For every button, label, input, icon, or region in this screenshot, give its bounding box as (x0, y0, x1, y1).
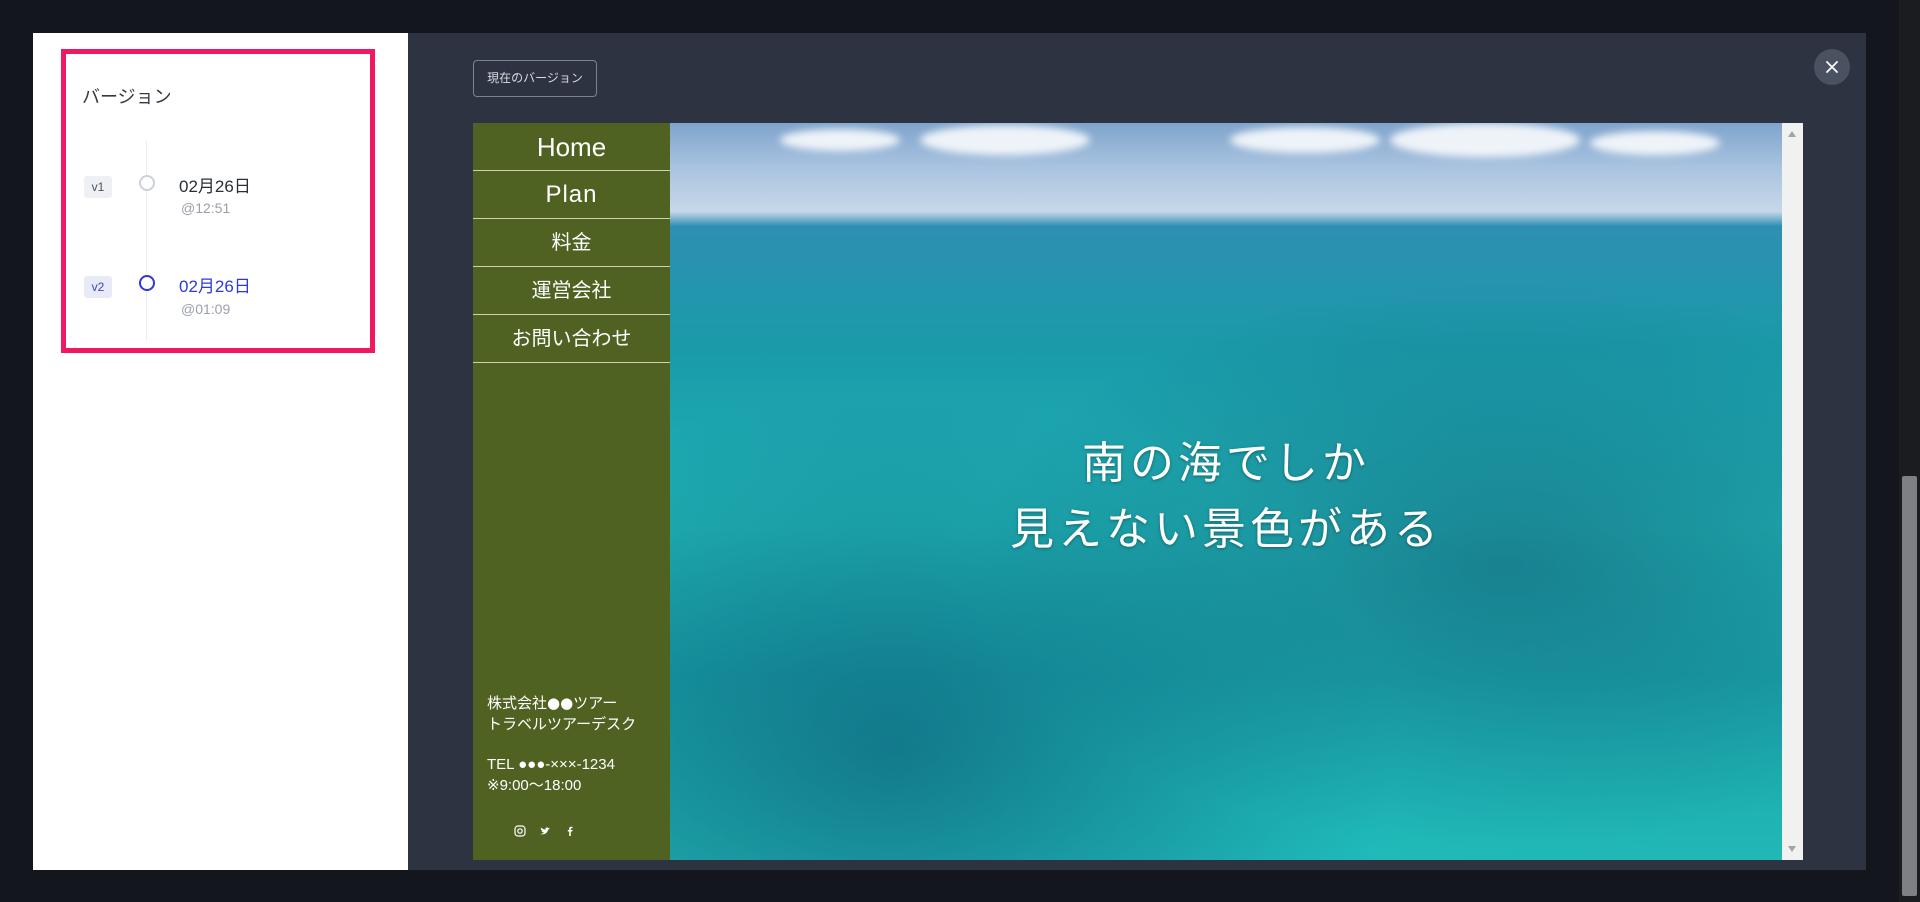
business-hours: ※9:00〜18:00 (487, 777, 582, 794)
scroll-up-arrow-icon[interactable] (1788, 131, 1796, 137)
site-preview: Home Plan 料金 運営会社 お問い合わせ 株式会社●●ツアー トラベルツ… (473, 123, 1803, 860)
cloud (1230, 127, 1380, 153)
nav-item-company[interactable]: 運営会社 (473, 267, 670, 315)
nav-item-contact[interactable]: お問い合わせ (473, 315, 670, 363)
timeline-line (146, 141, 147, 341)
version-date: 02月26日 (179, 277, 251, 296)
version-sidebar: バージョン v1 02月26日 @12:51 v2 02月26日 @01:09 (33, 33, 408, 870)
current-version-button[interactable]: 現在のバージョン (473, 60, 597, 97)
nav-item-home[interactable]: Home (473, 123, 670, 171)
contact-info: TEL ●●●-×××-1234 ※9:00〜18:00 (487, 754, 615, 796)
hero-headline-2: 見えない景色がある (1010, 504, 1442, 555)
hero-image: 南の海でしか 見えない景色がある (670, 123, 1782, 860)
timeline-dot (139, 175, 155, 191)
version-time: @12:51 (181, 200, 231, 216)
hero-headline-1: 南の海でしか (1082, 438, 1370, 489)
twitter-icon[interactable] (538, 823, 552, 837)
preview-scrollbar[interactable] (1782, 123, 1803, 860)
page-scroll-thumb[interactable] (1902, 476, 1917, 896)
nav-item-plan[interactable]: Plan (473, 171, 670, 219)
instagram-icon[interactable] (513, 823, 527, 837)
cloud (780, 129, 900, 151)
timeline-dot-active (139, 275, 155, 291)
cloud (1590, 131, 1720, 155)
sidebar-title: バージョン (82, 87, 172, 108)
close-button[interactable] (1814, 49, 1850, 85)
company-desk: トラベルツアーデスク (487, 715, 637, 733)
version-time: @01:09 (181, 301, 231, 317)
version-badge: v1 (84, 176, 112, 198)
page-scrollbar[interactable] (1899, 0, 1920, 902)
version-history-modal: バージョン v1 02月26日 @12:51 v2 02月26日 @01:09 … (33, 33, 1866, 870)
cloud (1390, 123, 1580, 157)
version-badge: v2 (84, 276, 112, 298)
cloud (920, 125, 1090, 155)
facebook-icon[interactable] (563, 823, 577, 837)
version-date: 02月26日 (179, 177, 251, 196)
tel-number: TEL ●●●-×××-1234 (487, 756, 615, 773)
company-info: 株式会社●●ツアー トラベルツアーデスク (487, 693, 636, 735)
social-links (513, 823, 577, 837)
site-nav: Home Plan 料金 運営会社 お問い合わせ 株式会社●●ツアー トラベルツ… (473, 123, 670, 860)
scroll-down-arrow-icon[interactable] (1788, 846, 1796, 852)
close-icon (1826, 61, 1838, 73)
company-name: 株式会社●●ツアー (487, 694, 618, 712)
nav-item-price[interactable]: 料金 (473, 219, 670, 267)
